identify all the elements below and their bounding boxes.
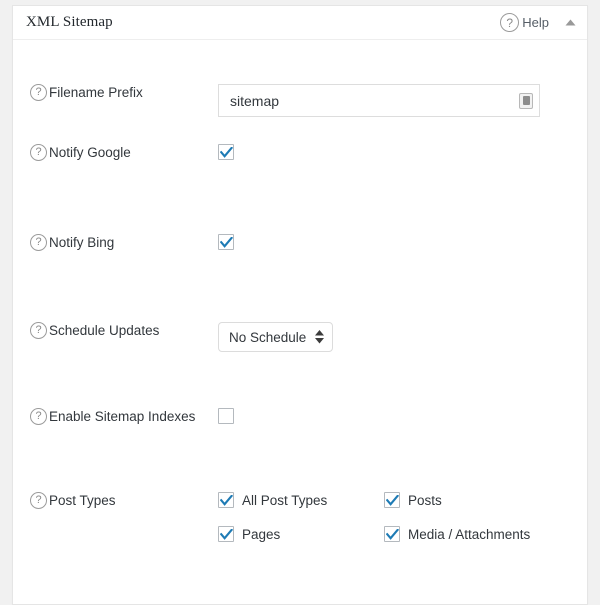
question-circle-icon[interactable]: ?	[30, 84, 47, 101]
post-type-option-posts[interactable]: Posts	[384, 492, 530, 508]
panel-body: ? Filename Prefix ? Notify Google	[13, 40, 587, 574]
filename-prefix-label: Filename Prefix	[49, 85, 143, 100]
posts-checkbox[interactable]	[384, 492, 400, 508]
form-autofill-icon[interactable]	[519, 92, 533, 109]
updown-arrows-icon	[315, 330, 325, 344]
schedule-updates-label-group: ? Schedule Updates	[13, 322, 218, 339]
post-type-option-all-post-types[interactable]: All Post Types	[218, 492, 384, 508]
panel-header: XML Sitemap ? Help	[13, 6, 587, 40]
post-type-option-pages[interactable]: Pages	[218, 526, 384, 542]
notify-google-label: Notify Google	[49, 145, 131, 160]
pages-checkbox[interactable]	[218, 526, 234, 542]
row-schedule-updates: ? Schedule Updates No Schedule	[13, 310, 587, 398]
question-circle-icon[interactable]: ?	[30, 492, 47, 509]
row-notify-bing: ? Notify Bing	[13, 220, 587, 310]
pages-label: Pages	[242, 526, 281, 542]
question-mark-glyph: ?	[35, 146, 42, 158]
notify-bing-checkbox[interactable]	[218, 234, 234, 250]
form-autofill-glyph	[522, 96, 530, 105]
notify-bing-label-group: ? Notify Bing	[13, 234, 218, 251]
question-mark-glyph: ?	[35, 494, 42, 506]
notify-google-field	[218, 144, 587, 160]
notify-bing-label: Notify Bing	[49, 235, 115, 250]
header-actions: ? Help	[500, 13, 577, 32]
question-mark-glyph: ?	[35, 324, 42, 336]
media-attachments-label: Media / Attachments	[408, 526, 531, 542]
enable-sitemap-indexes-label-group: ? Enable Sitemap Indexes	[13, 408, 218, 425]
xml-sitemap-panel: XML Sitemap ? Help ? Filename Prefix sit…	[12, 5, 588, 605]
question-circle-icon[interactable]: ?	[30, 234, 47, 251]
notify-bing-field	[218, 234, 587, 250]
schedule-updates-selected-value: No Schedule	[229, 329, 307, 345]
enable-sitemap-indexes-checkbox[interactable]	[218, 408, 234, 424]
row-post-types: ? Post Types All Post Types Posts Pages …	[13, 484, 587, 574]
post-type-option-media-attachments[interactable]: Media / Attachments	[384, 526, 530, 542]
notify-google-label-group: ? Notify Google	[13, 144, 218, 161]
enable-sitemap-indexes-label: Enable Sitemap Indexes	[49, 409, 196, 424]
triangle-up-icon[interactable]	[563, 16, 577, 30]
question-circle-icon[interactable]: ?	[30, 144, 47, 161]
help-button[interactable]: ? Help	[500, 13, 549, 32]
question-circle-icon[interactable]: ?	[30, 408, 47, 425]
question-mark-glyph: ?	[35, 86, 42, 98]
post-types-grid: All Post Types Posts Pages Media / Attac…	[218, 492, 530, 542]
question-mark-glyph: ?	[35, 236, 42, 248]
question-mark-glyph: ?	[506, 15, 514, 30]
filename-prefix-field	[218, 84, 587, 117]
question-circle-icon: ?	[500, 13, 520, 32]
row-notify-google: ? Notify Google	[13, 130, 587, 220]
question-circle-icon[interactable]: ?	[30, 322, 47, 339]
all-post-types-checkbox[interactable]	[218, 492, 234, 508]
all-post-types-label: All Post Types	[242, 492, 328, 508]
schedule-updates-select[interactable]: No Schedule	[218, 322, 334, 352]
notify-google-checkbox[interactable]	[218, 144, 234, 160]
question-mark-glyph: ?	[35, 410, 42, 422]
row-filename-prefix: ? Filename Prefix	[13, 40, 587, 130]
schedule-updates-field: No Schedule	[218, 322, 587, 352]
page-title: XML Sitemap	[26, 14, 113, 30]
row-enable-sitemap-indexes: ? Enable Sitemap Indexes	[13, 398, 587, 484]
post-types-field: All Post Types Posts Pages Media / Attac…	[218, 492, 587, 542]
schedule-updates-label: Schedule Updates	[49, 323, 160, 338]
media-attachments-checkbox[interactable]	[384, 526, 400, 542]
filename-prefix-label-group: ? Filename Prefix	[13, 84, 218, 101]
enable-sitemap-indexes-field	[218, 408, 587, 424]
help-label: Help	[522, 15, 549, 30]
filename-prefix-input-wrap	[218, 84, 540, 117]
post-types-label-group: ? Post Types	[13, 492, 218, 509]
filename-prefix-input[interactable]	[218, 84, 540, 117]
posts-label: Posts	[408, 492, 442, 508]
post-types-label: Post Types	[49, 493, 116, 508]
